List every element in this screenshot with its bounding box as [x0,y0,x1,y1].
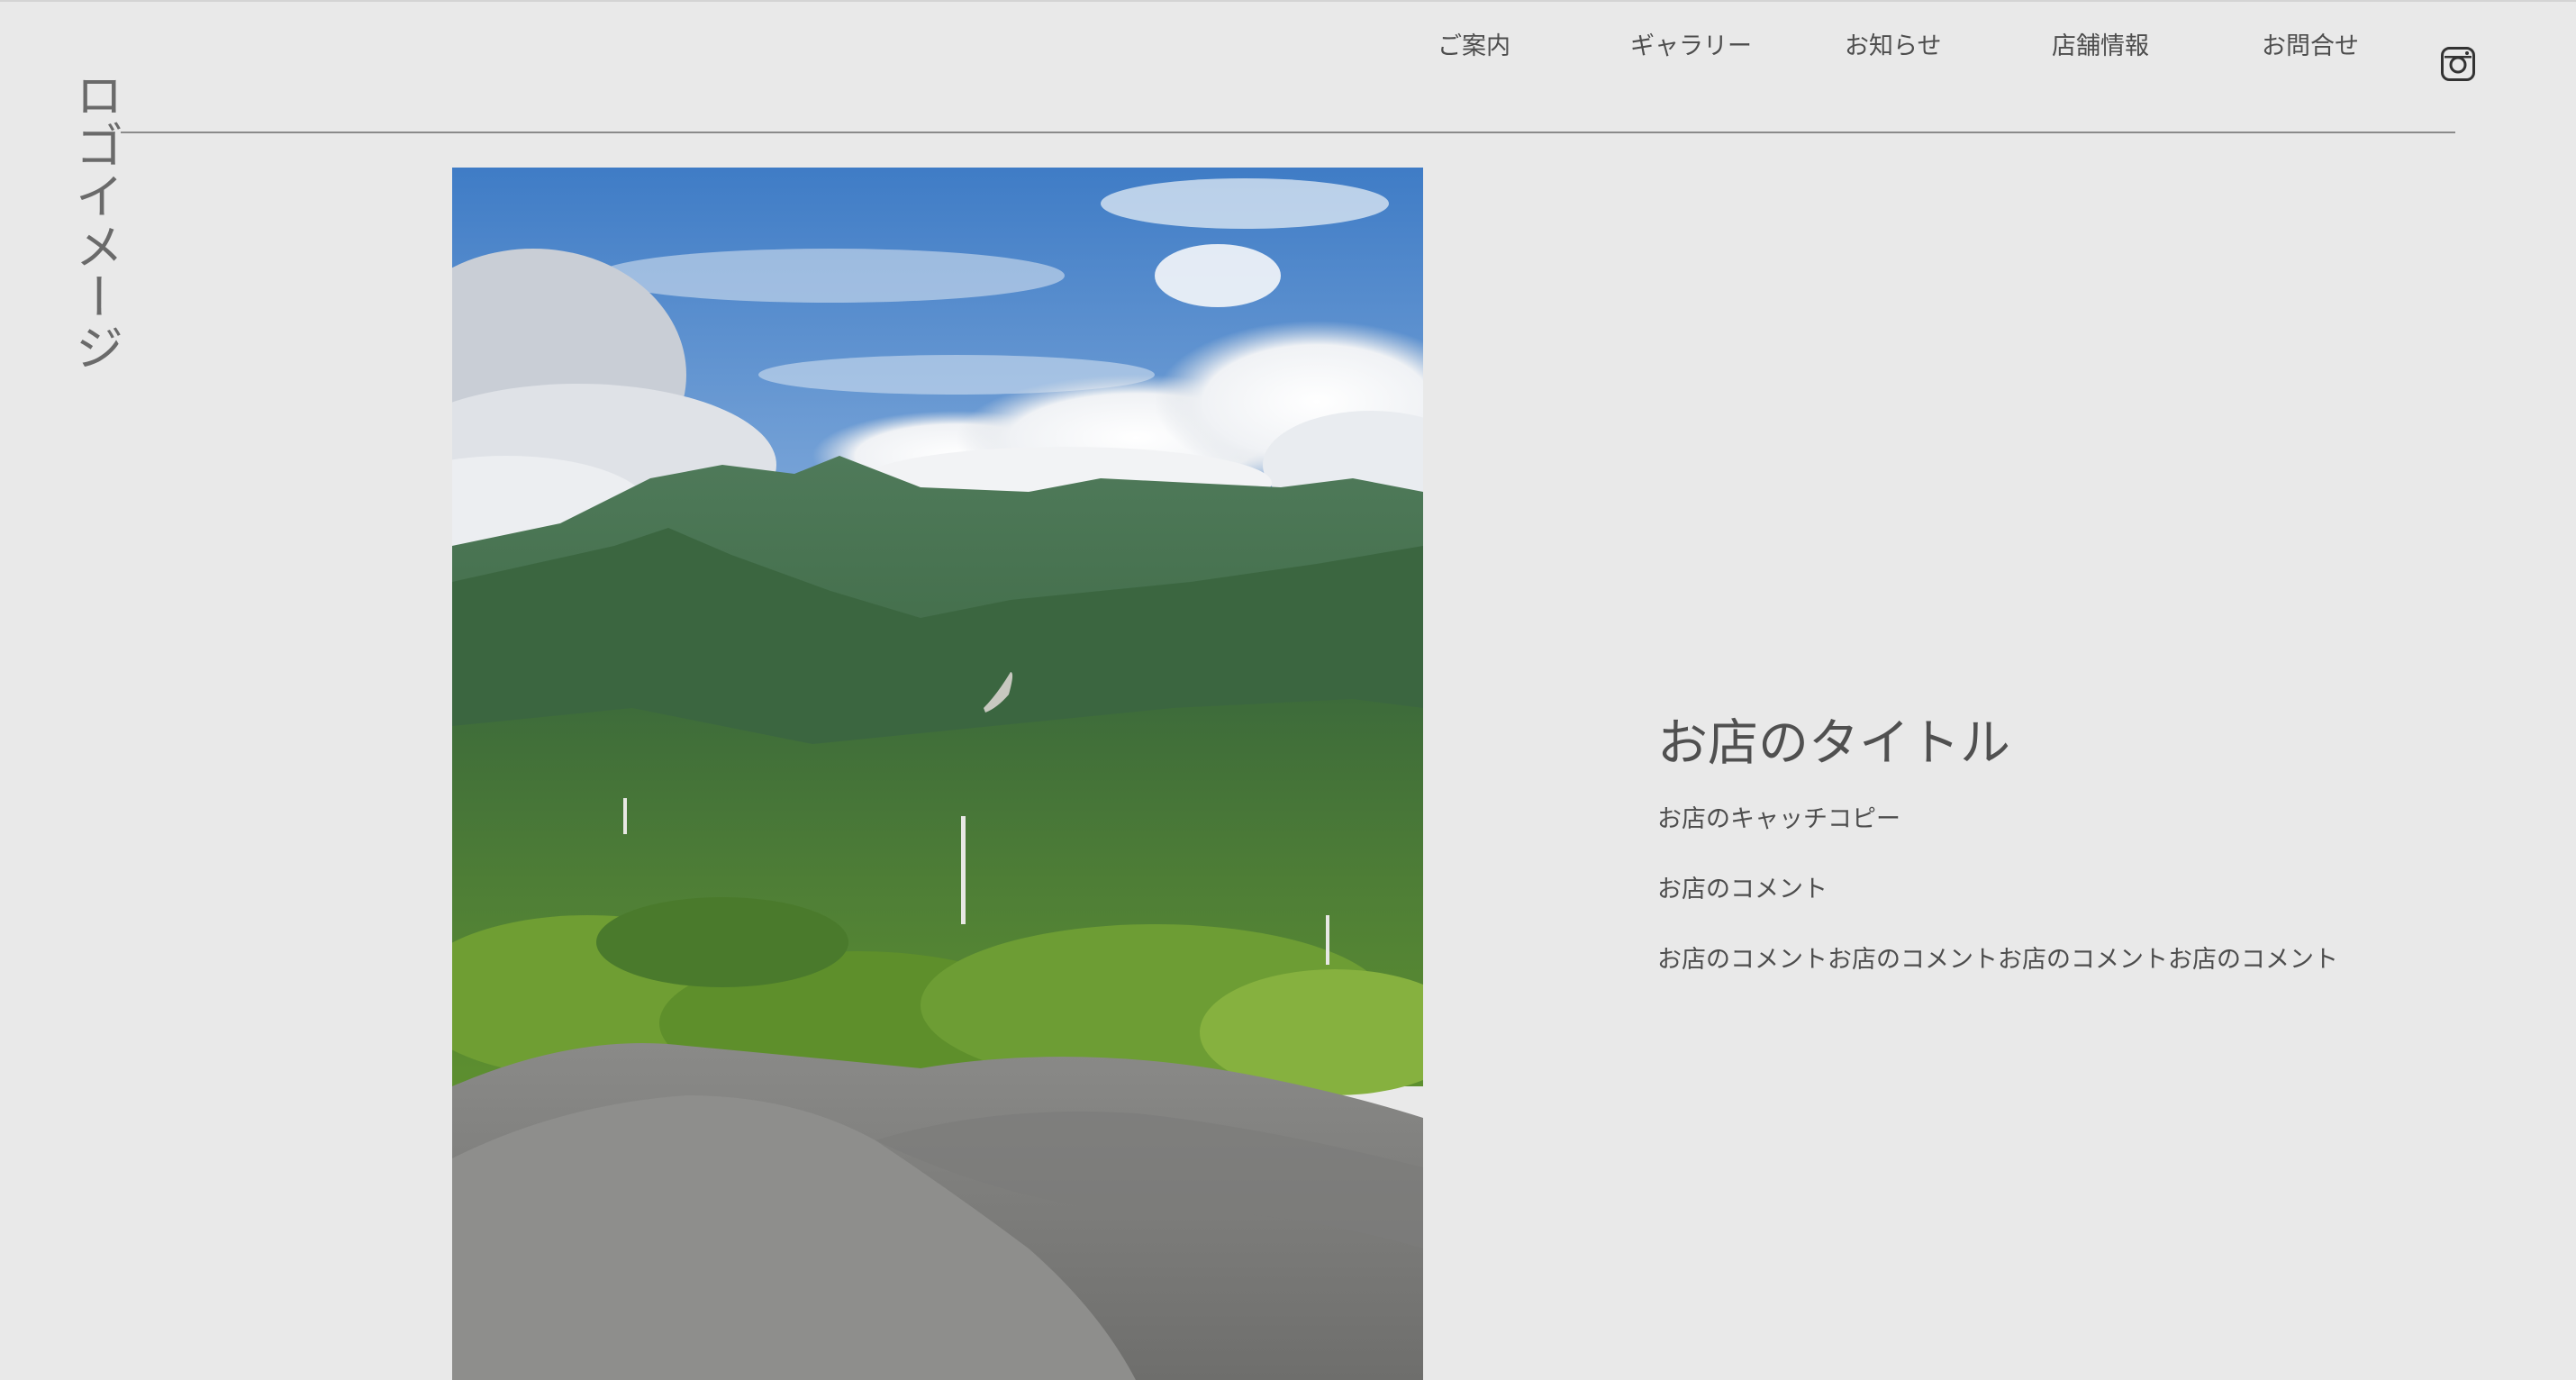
instagram-icon[interactable] [2441,47,2475,81]
shop-catchcopy: お店のキャッチコピー [1657,805,1900,834]
nav-item-guide[interactable]: ご案内 [1438,26,1510,61]
nav-item-news[interactable]: お知らせ [1845,26,1941,61]
shop-title: お店のタイトル [1657,714,2010,773]
nav-item-gallery[interactable]: ギャラリー [1630,26,1752,61]
nav-item-contact[interactable]: お問合せ [2262,26,2359,61]
hero-photo [452,168,1423,1380]
shop-comment-long: お店のコメントお店のコメントお店のコメントお店のコメント [1657,945,2338,974]
shop-info: お店のタイトル お店のキャッチコピー お店のコメント お店のコメントお店のコメン… [1657,713,2468,1013]
logo-image-text[interactable]: ロゴイメージ [59,70,131,373]
page: ロゴイメージ ご案内 ギャラリー お知らせ 店舗情報 お問合せ お店のタイトル … [0,0,2576,1380]
shop-comment: お店のコメント [1657,875,1828,903]
nav-item-store-info[interactable]: 店舗情報 [2052,26,2149,61]
header-divider [121,132,2455,133]
